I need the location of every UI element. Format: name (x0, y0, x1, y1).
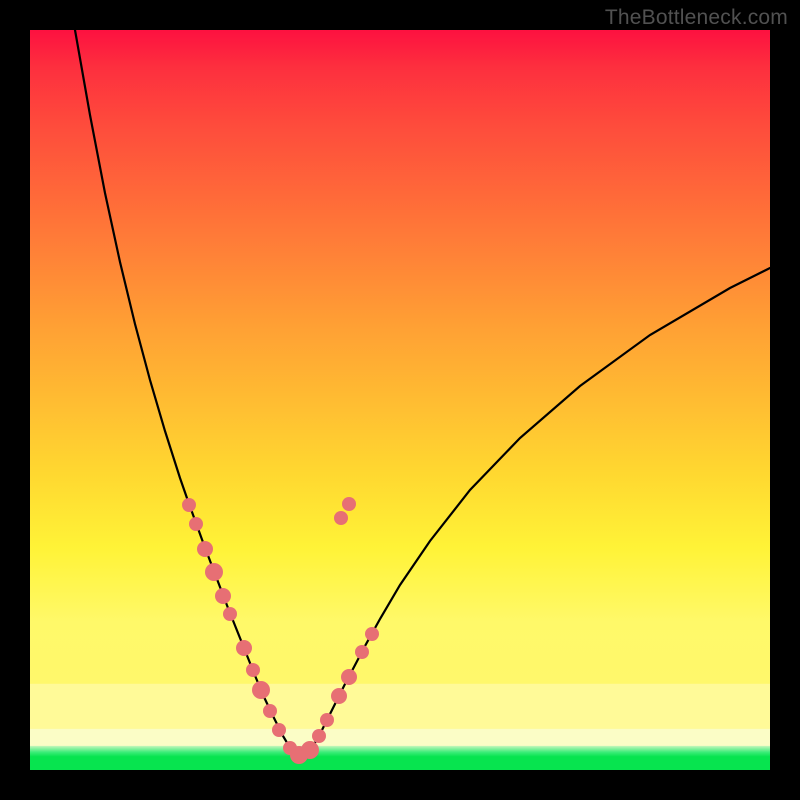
data-point (331, 688, 347, 704)
data-point (320, 713, 334, 727)
data-point (365, 627, 379, 641)
chart-container: TheBottleneck.com (0, 0, 800, 800)
data-point (342, 497, 356, 511)
data-point (246, 663, 260, 677)
data-point (341, 669, 357, 685)
data-point (355, 645, 369, 659)
data-point (205, 563, 223, 581)
curve-right-branch (322, 268, 770, 730)
data-point (334, 511, 348, 525)
plot-area (30, 30, 770, 770)
data-point (197, 541, 213, 557)
data-point (189, 517, 203, 531)
data-point (312, 729, 326, 743)
data-point (236, 640, 252, 656)
data-point (263, 704, 277, 718)
data-point (215, 588, 231, 604)
data-point (252, 681, 270, 699)
data-point (301, 741, 319, 759)
data-point (223, 607, 237, 621)
data-point (272, 723, 286, 737)
attribution-label: TheBottleneck.com (605, 6, 788, 30)
data-point (182, 498, 196, 512)
curve-left-branch (75, 30, 280, 730)
data-points (182, 497, 379, 764)
bottleneck-curve-plot (30, 30, 770, 770)
